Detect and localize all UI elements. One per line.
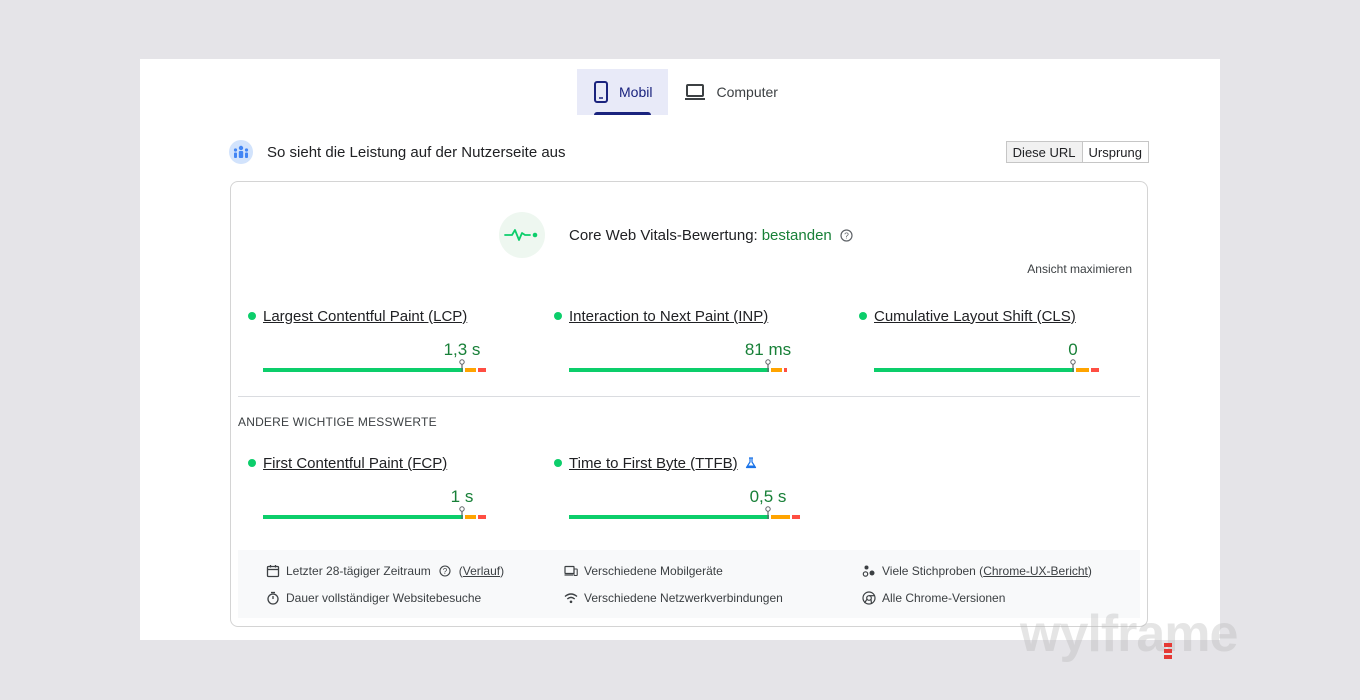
samples-dots-icon	[862, 564, 876, 578]
bar-segment-good	[569, 515, 769, 519]
footer-network-text: Verschiedene Netzwerkverbindungen	[584, 591, 783, 605]
footer-network: Verschiedene Netzwerkverbindungen	[564, 590, 783, 606]
bar-segment-needs-improvement	[1076, 368, 1089, 372]
status-dot	[554, 459, 562, 467]
status-dot	[859, 312, 867, 320]
bar-segment-poor	[478, 515, 486, 519]
experimental-flask-icon	[745, 457, 757, 469]
page: Mobil Computer So sieht die Leistung auf…	[0, 0, 1360, 700]
paren-close: )	[1087, 564, 1092, 578]
bar-segment-good	[263, 368, 463, 372]
p75-marker	[1070, 359, 1076, 372]
tab-computer[interactable]: Computer	[668, 69, 793, 115]
core-web-vitals-box: Core Web Vitals-Bewertung: bestanden ? A…	[230, 181, 1148, 627]
bar-segment-needs-improvement	[465, 515, 476, 519]
field-data-footer: Letzter 28-tägiger Zeitraum ? ( Verlauf)	[238, 550, 1140, 618]
watermark-mark-icon	[1164, 643, 1172, 663]
metric-inp: Interaction to Next Paint (INP) 81 ms	[554, 306, 836, 376]
cwv-assessment: Core Web Vitals-Bewertung: bestanden ?	[499, 212, 853, 258]
stopwatch-icon	[266, 591, 280, 605]
calendar-icon	[266, 564, 280, 578]
metric-ttfb-bar	[569, 506, 836, 519]
metric-inp-link[interactable]: Interaction to Next Paint (INP)	[569, 308, 768, 325]
p75-marker	[765, 506, 771, 519]
device-tabs: Mobil Computer	[577, 69, 794, 115]
footer-samples-text: Viele Stichproben	[882, 564, 976, 578]
metric-cls-link[interactable]: Cumulative Layout Shift (CLS)	[874, 308, 1076, 325]
metric-lcp: Largest Contentful Paint (LCP) 1,3 s	[248, 306, 530, 376]
status-dot	[554, 312, 562, 320]
bar-segment-poor	[784, 368, 787, 372]
wifi-icon	[564, 591, 578, 605]
footer-versions: Alle Chrome-Versionen	[862, 590, 1005, 606]
metric-cls-bar	[874, 359, 1141, 372]
cwv-pulse-icon	[499, 212, 545, 258]
metric-ttfb-link[interactable]: Time to First Byte (TTFB)	[569, 455, 738, 472]
cwv-title: Core Web Vitals-Bewertung:	[569, 226, 758, 244]
chrome-icon	[862, 591, 876, 605]
crux-report-link[interactable]: Chrome-UX-Bericht	[983, 564, 1088, 578]
p75-marker	[459, 359, 465, 372]
tab-mobile[interactable]: Mobil	[577, 69, 669, 115]
help-icon[interactable]: ?	[439, 565, 451, 577]
metric-inp-bar	[569, 359, 836, 372]
bar-segment-poor	[478, 368, 486, 372]
bar-segment-good	[874, 368, 1074, 372]
toggle-this-url[interactable]: Diese URL	[1006, 142, 1083, 162]
status-dot	[248, 459, 256, 467]
laptop-icon	[684, 83, 706, 101]
tab-mobile-label: Mobil	[619, 84, 653, 100]
paren-close: )	[500, 564, 505, 578]
bar-segment-poor	[792, 515, 800, 519]
bar-segment-good	[263, 515, 463, 519]
metric-fcp: First Contentful Paint (FCP) 1 s	[248, 453, 530, 523]
scope-toggle: Diese URL Ursprung	[1005, 141, 1149, 163]
smartphone-icon	[593, 81, 609, 103]
svg-text:?: ?	[844, 230, 849, 240]
bar-segment-needs-improvement	[771, 515, 790, 519]
paren-open: (	[975, 564, 984, 578]
footer-period: Letzter 28-tägiger Zeitraum ? (Verlauf)	[266, 563, 504, 579]
other-metrics-heading: ANDERE WICHTIGE MESSWERTE	[238, 415, 437, 429]
cwv-status: bestanden	[761, 226, 832, 244]
footer-samples: Viele Stichproben (Chrome-UX-Bericht)	[862, 563, 1092, 579]
history-link[interactable]: Verlauf	[463, 564, 500, 578]
divider	[238, 396, 1140, 397]
devices-icon	[564, 564, 578, 578]
metric-lcp-bar	[263, 359, 530, 372]
bar-segment-needs-improvement	[465, 368, 476, 372]
p75-marker	[459, 506, 465, 519]
toggle-origin[interactable]: Ursprung	[1083, 142, 1148, 162]
metric-cls: Cumulative Layout Shift (CLS) 0	[859, 306, 1141, 376]
pagespeed-card: Mobil Computer So sieht die Leistung auf…	[140, 59, 1220, 640]
footer-period-text: Letzter 28-tägiger Zeitraum	[286, 564, 431, 578]
p75-marker	[765, 359, 771, 372]
watermark-logo: wylframe	[1020, 605, 1238, 663]
crux-people-icon	[229, 140, 253, 164]
metric-fcp-link[interactable]: First Contentful Paint (FCP)	[263, 455, 447, 472]
metric-fcp-value: 1 s	[450, 487, 474, 506]
section-title: So sieht die Leistung auf der Nutzerseit…	[267, 143, 566, 161]
bar-segment-good	[569, 368, 769, 372]
metric-fcp-bar	[263, 506, 530, 519]
bar-segment-needs-improvement	[771, 368, 782, 372]
metric-lcp-value: 1,3 s	[443, 340, 481, 359]
tab-computer-label: Computer	[716, 84, 778, 100]
metric-lcp-link[interactable]: Largest Contentful Paint (LCP)	[263, 308, 467, 325]
field-data-header: So sieht die Leistung auf der Nutzerseit…	[229, 139, 1149, 165]
footer-visits-text: Dauer vollständiger Websitebesuche	[286, 591, 482, 605]
footer-visits: Dauer vollständiger Websitebesuche	[266, 590, 481, 606]
svg-text:?: ?	[443, 567, 448, 576]
footer-devices: Verschiedene Mobilgeräte	[564, 563, 723, 579]
metric-ttfb: Time to First Byte (TTFB) 0,5 s	[554, 453, 836, 523]
expand-view-link[interactable]: Ansicht maximieren	[1027, 262, 1132, 276]
help-icon[interactable]: ?	[840, 228, 853, 242]
metric-inp-value: 81 ms	[744, 340, 792, 359]
footer-devices-text: Verschiedene Mobilgeräte	[584, 564, 723, 578]
metric-cls-value: 0	[1068, 340, 1078, 359]
footer-versions-text: Alle Chrome-Versionen	[882, 591, 1006, 605]
metric-ttfb-value: 0,5 s	[749, 487, 787, 506]
status-dot	[248, 312, 256, 320]
bar-segment-poor	[1091, 368, 1099, 372]
